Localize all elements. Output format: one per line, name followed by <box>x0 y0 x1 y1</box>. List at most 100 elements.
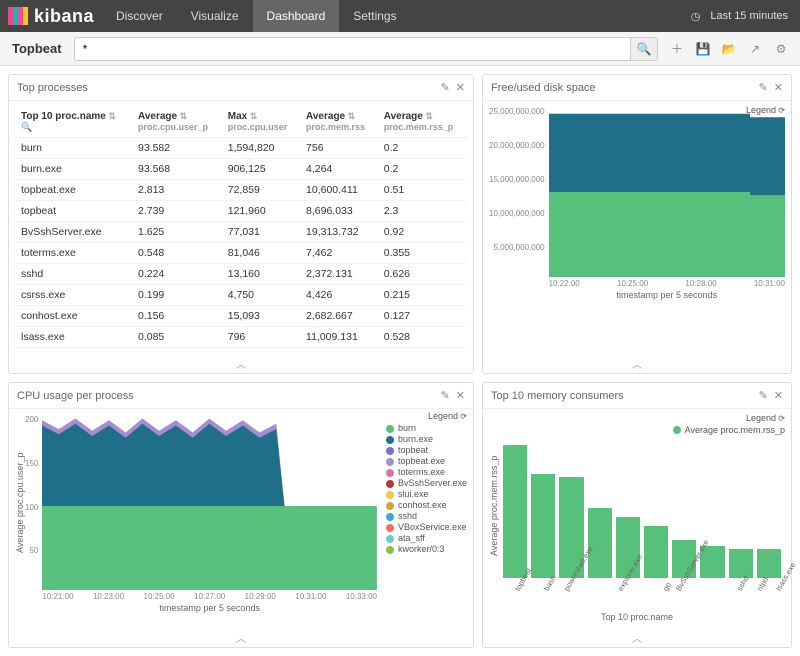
column-header[interactable]: Averageproc.mem.rss <box>300 107 378 138</box>
table-cell: csrss.exe <box>15 285 132 306</box>
collapse-toggle[interactable]: ︿ <box>9 628 473 647</box>
panel-title: Free/used disk space <box>491 82 759 94</box>
tick-label: 25,000,000,000 <box>489 107 545 116</box>
nav-dashboard[interactable]: Dashboard <box>253 0 340 32</box>
table-row[interactable]: lsass.exe0.08579611,009.1310.528 <box>15 327 467 348</box>
collapse-toggle[interactable]: ︿ <box>483 628 791 647</box>
edit-icon[interactable]: ✎ <box>441 81 450 94</box>
legend-item[interactable]: burn <box>386 423 467 434</box>
tick-label: 10:27:00 <box>194 592 225 601</box>
collapse-toggle[interactable]: ︿ <box>483 354 791 373</box>
table-cell: 2.3 <box>378 201 467 222</box>
table-row[interactable]: burn.exe93.568906,1254,2640.2 <box>15 159 467 180</box>
tick-label: 50 <box>29 546 38 555</box>
table-cell: 121,960 <box>222 201 300 222</box>
table-row[interactable]: topbeat2.739121,9608,696.0332.3 <box>15 201 467 222</box>
legend-item[interactable]: toterms.exe <box>386 467 467 478</box>
nav-settings[interactable]: Settings <box>339 0 410 32</box>
new-dashboard-button[interactable]: ＋ <box>666 38 688 60</box>
toolbar: ＋ 💾 📂 ↗ ⚙ <box>666 38 792 60</box>
bar[interactable] <box>503 445 527 578</box>
tick-label: 10:22:00 <box>549 279 580 288</box>
save-button[interactable]: 💾 <box>692 38 714 60</box>
nav-visualize[interactable]: Visualize <box>177 0 253 32</box>
table-cell: 72,859 <box>222 180 300 201</box>
table-row[interactable]: BvSshServer.exe1.62577,03119,313.7320.92 <box>15 222 467 243</box>
legend-swatch-icon <box>386 480 394 488</box>
legend-swatch-icon <box>386 524 394 532</box>
options-button[interactable]: ⚙ <box>770 38 792 60</box>
legend-swatch-icon <box>386 491 394 499</box>
panel-title: CPU usage per process <box>17 390 441 402</box>
table-row[interactable]: topbeat.exe2.81372,85910,600.4110.51 <box>15 180 467 201</box>
legend-toggle[interactable]: Legend <box>673 413 785 423</box>
table-row[interactable]: sshd0.22413,1602,372.1310.626 <box>15 264 467 285</box>
legend-item[interactable]: VBoxService.exe <box>386 522 467 533</box>
search-button[interactable]: 🔍 <box>630 37 658 61</box>
legend-label: toterms.exe <box>398 467 445 478</box>
column-header[interactable]: Top 10 proc.name 🔍 <box>15 107 132 138</box>
y-axis: 20015010050 <box>25 415 42 590</box>
legend-item[interactable]: BvSshServer.exe <box>386 478 467 489</box>
top-nav: kibana Discover Visualize Dashboard Sett… <box>0 0 800 32</box>
bar[interactable] <box>531 474 555 578</box>
table-cell: 0.2 <box>378 138 467 159</box>
legend-item[interactable]: topbeat <box>386 445 467 456</box>
nav-discover[interactable]: Discover <box>102 0 177 32</box>
legend-item[interactable]: ata_sff <box>386 533 467 544</box>
close-icon[interactable]: ✕ <box>456 81 465 94</box>
table-cell: 1.625 <box>132 222 222 243</box>
query-input[interactable] <box>74 37 630 61</box>
legend-toggle[interactable]: Legend <box>386 411 467 421</box>
table-cell: 19,313.732 <box>300 222 378 243</box>
panel-cpu-usage: CPU usage per process ✎ ✕ Legend burnbur… <box>8 382 474 648</box>
table-cell: 0.085 <box>132 327 222 348</box>
legend-label: VBoxService.exe <box>398 522 467 533</box>
logo-text: kibana <box>34 6 94 27</box>
tick-label: 20,000,000,000 <box>489 141 545 150</box>
table-cell: 93.568 <box>132 159 222 180</box>
legend-item[interactable]: kworker/0:3 <box>386 544 467 555</box>
legend-item[interactable]: sshd <box>386 511 467 522</box>
tick-label: 10:25:00 <box>144 592 175 601</box>
edit-icon[interactable]: ✎ <box>441 389 450 402</box>
open-button[interactable]: 📂 <box>718 38 740 60</box>
legend-item[interactable]: conhost.exe <box>386 500 467 511</box>
table-row[interactable]: toterms.exe0.54881,0467,4620.355 <box>15 243 467 264</box>
table-cell: 2.739 <box>132 201 222 222</box>
table-row[interactable]: conhost.exe0.15615,0932,682.6670.127 <box>15 306 467 327</box>
x-axis-label: timestamp per 5 seconds <box>549 290 785 300</box>
top-processes-table: Top 10 proc.name 🔍Averageproc.cpu.user_p… <box>15 107 467 348</box>
bar[interactable] <box>757 549 781 578</box>
tick-label: 10:33:00 <box>346 592 377 601</box>
legend: Legend burnburn.exetopbeattopbeat.exetot… <box>386 411 467 555</box>
tick-label: 5,000,000,000 <box>493 243 544 252</box>
legend-item[interactable]: topbeat.exe <box>386 456 467 467</box>
table-row[interactable]: burn93.5821,594,8207560.2 <box>15 138 467 159</box>
collapse-toggle[interactable]: ︿ <box>9 354 473 373</box>
column-header[interactable]: Maxproc.cpu.user <box>222 107 300 138</box>
column-header[interactable]: Averageproc.cpu.user_p <box>132 107 222 138</box>
time-picker[interactable]: Last 15 minutes <box>691 10 800 23</box>
table-row[interactable]: csrss.exe0.1994,7504,4260.215 <box>15 285 467 306</box>
logo[interactable]: kibana <box>0 6 102 27</box>
legend-item[interactable]: slui.exe <box>386 489 467 500</box>
edit-icon[interactable]: ✎ <box>759 389 768 402</box>
share-button[interactable]: ↗ <box>744 38 766 60</box>
table-cell: 2.813 <box>132 180 222 201</box>
logo-stripes-icon <box>8 7 28 25</box>
table-cell: toterms.exe <box>15 243 132 264</box>
legend-item[interactable]: burn.exe <box>386 434 467 445</box>
table-cell: 796 <box>222 327 300 348</box>
panel-disk-space: Free/used disk space ✎ ✕ Legend Average … <box>482 74 792 374</box>
legend-swatch-icon <box>386 425 394 433</box>
close-icon[interactable]: ✕ <box>774 389 783 402</box>
legend-label: conhost.exe <box>398 500 447 511</box>
close-icon[interactable]: ✕ <box>774 81 783 94</box>
bar[interactable] <box>729 549 753 578</box>
table-cell: 15,093 <box>222 306 300 327</box>
close-icon[interactable]: ✕ <box>456 389 465 402</box>
tick-label: 10:23:00 <box>93 592 124 601</box>
column-header[interactable]: Averageproc.mem.rss_p <box>378 107 467 138</box>
edit-icon[interactable]: ✎ <box>759 81 768 94</box>
